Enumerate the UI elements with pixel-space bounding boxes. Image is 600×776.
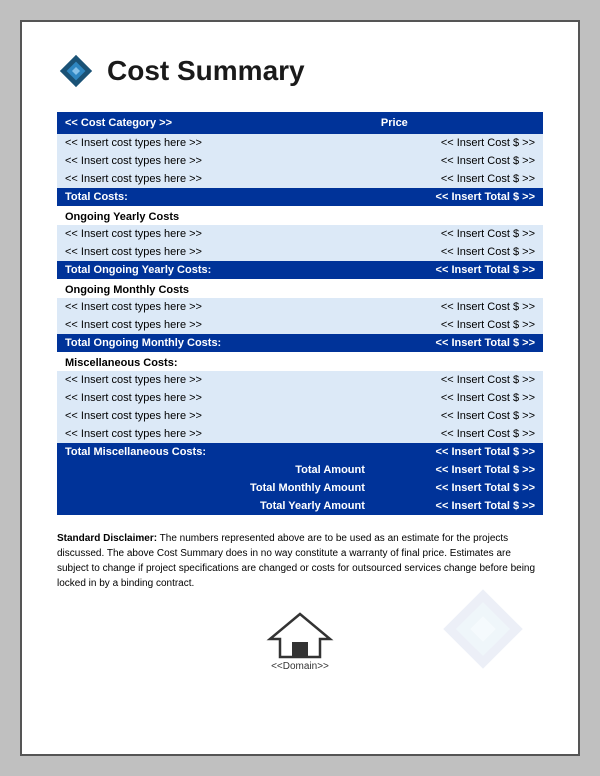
table-row: << Insert cost types here >> << Insert C… [57, 152, 543, 170]
cost-category-cell: << Insert cost types here >> [57, 152, 373, 170]
total-row: Total Costs: << Insert Total $ >> [57, 188, 543, 206]
total-row: Total Miscellaneous Costs: << Insert Tot… [57, 443, 543, 461]
total-value: << Insert Total $ >> [373, 188, 543, 206]
cost-category-cell: << Insert cost types here >> [57, 170, 373, 188]
summary-label: Total Monthly Amount [57, 479, 373, 497]
cost-price-cell: << Insert Cost $ >> [373, 152, 543, 170]
table-row: << Insert cost types here >> << Insert C… [57, 407, 543, 425]
summary-label: Total Yearly Amount [57, 497, 373, 515]
header: Cost Summary [57, 52, 543, 90]
table-header-row: << Cost Category >> Price [57, 112, 543, 134]
section-header-label: Ongoing Yearly Costs [57, 206, 543, 225]
total-row: Total Ongoing Yearly Costs: << Insert To… [57, 261, 543, 279]
cost-category-cell: << Insert cost types here >> [57, 389, 373, 407]
cost-category-cell: << Insert cost types here >> [57, 134, 373, 152]
total-label: Total Ongoing Yearly Costs: [57, 261, 373, 279]
total-label: Total Miscellaneous Costs: [57, 443, 373, 461]
col-header-category: << Cost Category >> [57, 112, 373, 134]
cost-price-cell: << Insert Cost $ >> [373, 371, 543, 389]
section-header-row: Ongoing Monthly Costs [57, 279, 543, 298]
cost-category-cell: << Insert cost types here >> [57, 225, 373, 243]
summary-row: Total Amount << Insert Total $ >> [57, 461, 543, 479]
page-title: Cost Summary [107, 55, 305, 87]
cost-price-cell: << Insert Cost $ >> [373, 134, 543, 152]
cost-category-cell: << Insert cost types here >> [57, 243, 373, 261]
logo-icon [57, 52, 95, 90]
table-row: << Insert cost types here >> << Insert C… [57, 170, 543, 188]
footer-domain-label: <<Domain>> [271, 661, 329, 672]
cost-table: << Cost Category >> Price << Insert cost… [57, 112, 543, 515]
table-row: << Insert cost types here >> << Insert C… [57, 389, 543, 407]
summary-label: Total Amount [57, 461, 373, 479]
cost-category-cell: << Insert cost types here >> [57, 371, 373, 389]
page: Cost Summary << Cost Category >> Price <… [20, 20, 580, 756]
table-row: << Insert cost types here >> << Insert C… [57, 316, 543, 334]
total-label: Total Ongoing Monthly Costs: [57, 334, 373, 352]
cost-price-cell: << Insert Cost $ >> [373, 225, 543, 243]
cost-price-cell: << Insert Cost $ >> [373, 316, 543, 334]
cost-price-cell: << Insert Cost $ >> [373, 425, 543, 443]
cost-price-cell: << Insert Cost $ >> [373, 389, 543, 407]
summary-value: << Insert Total $ >> [373, 479, 543, 497]
table-row: << Insert cost types here >> << Insert C… [57, 425, 543, 443]
cost-price-cell: << Insert Cost $ >> [373, 170, 543, 188]
section-header-label: Miscellaneous Costs: [57, 352, 543, 371]
total-label: Total Costs: [57, 188, 373, 206]
watermark-icon [438, 584, 528, 674]
section-header-row: Ongoing Yearly Costs [57, 206, 543, 225]
summary-value: << Insert Total $ >> [373, 461, 543, 479]
section-header-row: Miscellaneous Costs: [57, 352, 543, 371]
summary-row: Total Yearly Amount << Insert Total $ >> [57, 497, 543, 515]
disclaimer-bold: Standard Disclaimer: [57, 533, 157, 544]
summary-row: Total Monthly Amount << Insert Total $ >… [57, 479, 543, 497]
col-header-price: Price [373, 112, 543, 134]
table-row: << Insert cost types here >> << Insert C… [57, 243, 543, 261]
summary-value: << Insert Total $ >> [373, 497, 543, 515]
table-row: << Insert cost types here >> << Insert C… [57, 134, 543, 152]
disclaimer: Standard Disclaimer: The numbers represe… [57, 531, 543, 591]
cost-category-cell: << Insert cost types here >> [57, 316, 373, 334]
section-header-label: Ongoing Monthly Costs [57, 279, 543, 298]
cost-price-cell: << Insert Cost $ >> [373, 407, 543, 425]
cost-price-cell: << Insert Cost $ >> [373, 243, 543, 261]
footer-logo-icon [265, 609, 335, 659]
cost-category-cell: << Insert cost types here >> [57, 425, 373, 443]
total-row: Total Ongoing Monthly Costs: << Insert T… [57, 334, 543, 352]
total-value: << Insert Total $ >> [373, 443, 543, 461]
cost-category-cell: << Insert cost types here >> [57, 407, 373, 425]
table-row: << Insert cost types here >> << Insert C… [57, 298, 543, 316]
cost-price-cell: << Insert Cost $ >> [373, 298, 543, 316]
table-row: << Insert cost types here >> << Insert C… [57, 371, 543, 389]
total-value: << Insert Total $ >> [373, 261, 543, 279]
table-row: << Insert cost types here >> << Insert C… [57, 225, 543, 243]
total-value: << Insert Total $ >> [373, 334, 543, 352]
cost-category-cell: << Insert cost types here >> [57, 298, 373, 316]
